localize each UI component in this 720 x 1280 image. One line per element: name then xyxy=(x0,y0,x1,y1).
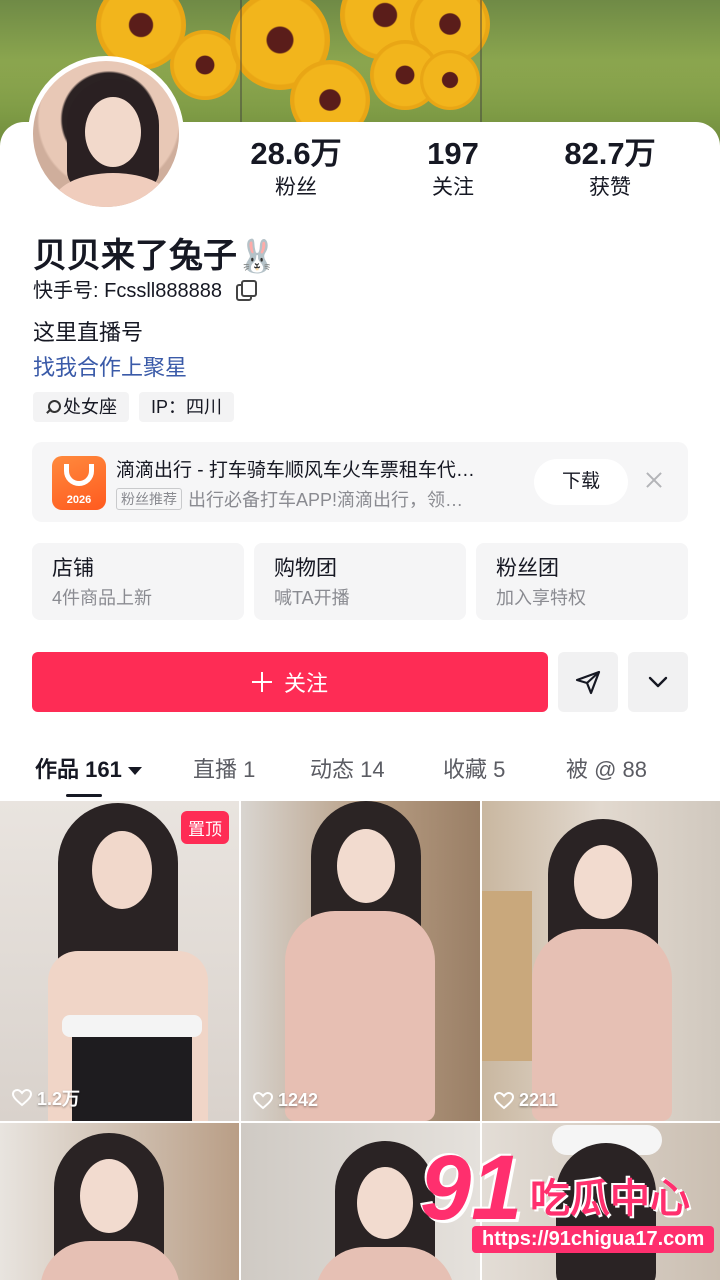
thumb-face xyxy=(337,829,395,903)
ad-title: 滴滴出行 - 打车骑车顺风车火车票租车代… xyxy=(116,460,475,481)
plus-icon xyxy=(251,672,272,692)
profile-name-text: 贝贝来了兔子 xyxy=(33,237,237,275)
tab-label: 被 @ 88 xyxy=(566,757,648,782)
video-likes: 2211 xyxy=(494,1090,558,1111)
feature-sub: 4件商品上新 xyxy=(52,588,153,608)
feature-fan-club[interactable]: 粉丝团 加入享特权 xyxy=(476,543,688,620)
likes-count: 2211 xyxy=(519,1090,559,1110)
tab-label: 作品 161 xyxy=(35,757,122,782)
stat-label: 关注 xyxy=(432,176,474,199)
thumb-shelf xyxy=(482,891,532,1061)
ad-description: 出行必备打车APP!滴滴出行，领… xyxy=(188,490,464,510)
stat-likes[interactable]: 82.7万 获赞 xyxy=(532,134,688,202)
bio-link[interactable]: 找我合作上聚星 xyxy=(33,350,187,382)
feature-title: 购物团 xyxy=(274,557,337,580)
heart-icon xyxy=(253,1091,273,1109)
video-thumb[interactable]: 置顶 1.2万 xyxy=(0,801,239,1121)
feature-title: 店铺 xyxy=(52,557,94,580)
profile-tags: 处女座 IP：四川 xyxy=(33,392,235,422)
rabbit-icon: 🐰 xyxy=(237,238,277,274)
feature-sub: 加入享特权 xyxy=(496,588,586,608)
content-tabs: 作品 161 直播 1 动态 14 收藏 5 被 @ 88 xyxy=(0,742,720,798)
profile-card: 28.6万 粉丝 197 关注 82.7万 获赞 贝贝来了兔子🐰 快手号: Fc… xyxy=(0,56,720,1280)
ad-banner[interactable]: 2026 滴滴出行 - 打车骑车顺风车火车票租车代… 粉丝推荐 出行必备打车AP… xyxy=(32,442,688,522)
feature-shop[interactable]: 店铺 4件商品上新 xyxy=(32,543,244,620)
tab-label: 动态 14 xyxy=(310,757,385,782)
close-icon[interactable] xyxy=(644,470,664,490)
video-likes: 1.2万 xyxy=(12,1085,80,1111)
thumb-face xyxy=(574,845,632,919)
stat-label: 粉丝 xyxy=(275,176,317,199)
stat-value: 28.6万 xyxy=(250,136,342,171)
pinned-badge: 置顶 xyxy=(181,811,229,844)
avatar[interactable] xyxy=(28,56,184,212)
watermark-url: https://91chigua17.com xyxy=(472,1226,715,1253)
tag-label: IP：四川 xyxy=(151,397,223,417)
thumb-face xyxy=(80,1159,138,1233)
video-likes: 1242 xyxy=(253,1090,318,1111)
kuaishou-id-text: 快手号: Fcssll888888 xyxy=(33,280,222,302)
heart-icon xyxy=(12,1089,32,1107)
ad-badge: 粉丝推荐 xyxy=(116,488,182,510)
didi-logo-icon: 2026 xyxy=(52,456,106,510)
caret-down-icon xyxy=(127,767,142,776)
bio-line: 这里直播号 xyxy=(33,320,144,345)
follow-button[interactable]: 关注 xyxy=(32,652,548,712)
chevron-down-icon xyxy=(648,676,668,688)
tab-label: 收藏 5 xyxy=(443,757,506,782)
thumb-face xyxy=(92,831,152,909)
tab-live[interactable]: 直播 1 xyxy=(193,752,255,784)
tab-moments[interactable]: 动态 14 xyxy=(310,752,385,784)
didi-logo-mark xyxy=(64,464,94,486)
avatar-face xyxy=(85,97,141,167)
stat-following[interactable]: 197 关注 xyxy=(375,134,531,202)
feature-shopping-group[interactable]: 购物团 喊TA开播 xyxy=(254,543,466,620)
tag-label: 处女座 xyxy=(63,397,117,417)
banner-flower xyxy=(420,50,480,110)
send-icon xyxy=(575,670,601,695)
thumb-ruffle xyxy=(62,1015,202,1037)
feature-sub: 喊TA开播 xyxy=(274,588,350,608)
watermark-text: 吃瓜中心 xyxy=(530,1177,690,1221)
stat-label: 获赞 xyxy=(589,176,631,199)
copy-icon[interactable] xyxy=(235,279,257,301)
watermark-number: 91 xyxy=(420,1137,523,1239)
tab-mentions[interactable]: 被 @ 88 xyxy=(566,752,647,784)
didi-logo-year: 2026 xyxy=(66,494,92,506)
search-icon xyxy=(45,400,61,414)
tab-indicator xyxy=(66,794,102,797)
video-thumb[interactable] xyxy=(0,1123,239,1280)
feature-title: 粉丝团 xyxy=(496,557,559,580)
tab-label: 直播 1 xyxy=(193,757,256,782)
more-button[interactable] xyxy=(628,652,688,712)
follow-label: 关注 xyxy=(283,671,328,696)
ad-subline: 粉丝推荐 出行必备打车APP!滴滴出行，领… xyxy=(116,486,508,512)
likes-count: 1242 xyxy=(278,1090,319,1110)
watermark: 91 吃瓜中心 https://91chigua17.com xyxy=(420,1140,720,1280)
thumb-face xyxy=(357,1167,413,1239)
video-thumb[interactable]: 2211 xyxy=(482,801,720,1121)
ad-download-button[interactable]: 下载 xyxy=(534,459,628,505)
heart-icon xyxy=(494,1091,514,1109)
tag-zodiac[interactable]: 处女座 xyxy=(33,392,129,422)
message-button[interactable] xyxy=(558,652,618,712)
likes-count: 1.2万 xyxy=(37,1089,81,1109)
video-thumb[interactable]: 1242 xyxy=(241,801,480,1121)
stat-value: 82.7万 xyxy=(564,136,656,171)
stat-value: 197 xyxy=(427,136,479,171)
profile-name: 贝贝来了兔子🐰 xyxy=(33,228,277,277)
tag-ip: IP：四川 xyxy=(139,392,235,422)
profile-stats: 28.6万 粉丝 197 关注 82.7万 获赞 xyxy=(200,134,720,214)
stat-fans[interactable]: 28.6万 粉丝 xyxy=(218,134,374,202)
tab-favorites[interactable]: 收藏 5 xyxy=(443,752,505,784)
kuaishou-id: 快手号: Fcssll888888 xyxy=(33,274,257,303)
tab-works[interactable]: 作品 161 xyxy=(35,752,142,784)
